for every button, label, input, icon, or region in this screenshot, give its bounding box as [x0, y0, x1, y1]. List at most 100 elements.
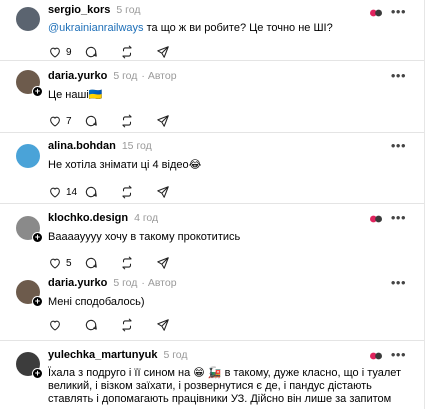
comment-username[interactable]: yulechka_martunyuk: [48, 349, 157, 361]
repost-icon: [122, 185, 132, 199]
repost-icon: [122, 45, 132, 59]
follow-plus-icon[interactable]: +: [32, 86, 43, 97]
comment-icon: [85, 115, 97, 127]
like-button[interactable]: 5: [48, 256, 84, 270]
repost-button[interactable]: [120, 256, 156, 270]
repost-button[interactable]: [120, 45, 156, 59]
repost-icon: [122, 256, 132, 270]
avatar[interactable]: +: [16, 352, 43, 379]
share-button[interactable]: [156, 114, 192, 128]
repost-button[interactable]: [120, 185, 156, 199]
avatar[interactable]: [16, 144, 40, 168]
follow-plus-icon[interactable]: +: [32, 232, 43, 243]
comment-icon: [85, 186, 97, 198]
more-options-button[interactable]: •••: [391, 347, 406, 362]
reply-button[interactable]: [84, 114, 120, 128]
like-button[interactable]: [48, 318, 84, 332]
scrollbar-track: [424, 0, 425, 409]
comment-icon: [85, 319, 97, 331]
heart-icon: [50, 258, 60, 269]
reply-button[interactable]: [84, 256, 120, 270]
share-button[interactable]: [156, 256, 192, 270]
like-button[interactable]: 14: [48, 185, 84, 199]
comment-username[interactable]: daria.yurko: [48, 277, 107, 289]
comment-actions: [48, 317, 424, 333]
comment-icon: [85, 257, 97, 269]
comment-time: 5 год: [163, 349, 188, 361]
repost-icon: [122, 318, 132, 332]
like-button[interactable]: 7: [48, 114, 84, 128]
more-options-button[interactable]: •••: [391, 68, 406, 83]
avatar[interactable]: +: [16, 280, 43, 307]
reply-button[interactable]: [84, 318, 120, 332]
hearts-badge-icon: [370, 215, 382, 223]
comment-text: Їхала з подруго і її сином на 😁 🚂 в тако…: [48, 367, 402, 405]
comment: sergio_kors 5 год @ukrainianrailways та …: [0, 3, 424, 60]
share-icon: [157, 46, 169, 58]
like-count: 7: [66, 115, 72, 127]
repost-button[interactable]: [120, 114, 156, 128]
comment-username[interactable]: daria.yurko: [48, 70, 107, 82]
like-count: 9: [66, 46, 72, 58]
comment: + klochko.design 4 год Вааааyyyy хочу в …: [0, 210, 424, 271]
share-button[interactable]: [156, 45, 192, 59]
reply-button[interactable]: [84, 45, 120, 59]
comment-time: 5 год: [116, 4, 141, 16]
comment-username[interactable]: klochko.design: [48, 212, 128, 224]
share-button[interactable]: [156, 185, 192, 199]
heart-icon: [50, 320, 60, 331]
share-icon: [157, 319, 169, 331]
reply-button[interactable]: [84, 185, 120, 199]
comment-actions: 5: [48, 255, 424, 271]
author-label: · Автор: [141, 277, 177, 289]
comment: + daria.yurko 5 год · Автор Мені сподоба…: [0, 275, 424, 333]
like-count: 14: [66, 186, 78, 198]
comment-text: Мені сподобалось): [48, 296, 145, 308]
avatar[interactable]: +: [16, 70, 43, 97]
share-icon: [157, 186, 169, 198]
share-button[interactable]: [156, 318, 192, 332]
comment-time: 5 год: [113, 277, 138, 289]
more-options-button[interactable]: •••: [391, 275, 406, 290]
repost-button[interactable]: [120, 318, 156, 332]
like-button[interactable]: 9: [48, 45, 84, 59]
more-options-button[interactable]: •••: [391, 210, 406, 225]
divider: [0, 203, 424, 204]
follow-plus-icon[interactable]: +: [32, 296, 43, 307]
comment: + daria.yurko 5 год · Автор Це наші🇺🇦 7 …: [0, 68, 424, 129]
comment-actions: 7: [48, 113, 424, 129]
like-count: 5: [66, 257, 72, 269]
comment-text: @ukrainianrailways та що ж ви робите? Це…: [48, 22, 333, 34]
comment-time: 5 год: [113, 70, 138, 82]
heart-icon: [50, 47, 60, 58]
comment: alina.bohdan 15 год Не хотіла знімати ці…: [0, 138, 424, 200]
avatar[interactable]: +: [16, 216, 43, 243]
mention-link[interactable]: @ukrainianrailways: [48, 22, 144, 34]
comment-text: Не хотіла знімати ці 4 відео😂: [48, 159, 202, 171]
comment-time: 15 год: [121, 140, 152, 152]
more-options-button[interactable]: •••: [391, 138, 406, 153]
heart-icon: [50, 187, 60, 198]
divider: [0, 132, 424, 133]
comment-username[interactable]: sergio_kors: [48, 4, 110, 16]
comment-text: Вааааyyyy хочу в такому прокотитись: [48, 231, 241, 243]
comment-time: 4 год: [134, 212, 159, 224]
follow-plus-icon[interactable]: +: [32, 368, 43, 379]
hearts-badge-icon: [370, 9, 382, 17]
share-icon: [157, 115, 169, 127]
divider: [0, 60, 424, 61]
author-label: · Автор: [141, 70, 177, 82]
hearts-badge-icon: [370, 352, 382, 360]
share-icon: [157, 257, 169, 269]
comment-icon: [85, 46, 97, 58]
comment-actions: 9: [48, 44, 424, 60]
comment: + yulechka_martunyuk 5 год Їхала з подру…: [0, 347, 424, 406]
comment-actions: 14: [48, 184, 424, 200]
repost-icon: [122, 114, 132, 128]
heart-icon: [50, 116, 60, 127]
comment-username[interactable]: alina.bohdan: [48, 140, 116, 152]
avatar[interactable]: [16, 7, 40, 31]
divider: [0, 340, 424, 341]
more-options-button[interactable]: •••: [391, 4, 406, 19]
comment-text: Це наші🇺🇦: [48, 89, 103, 101]
